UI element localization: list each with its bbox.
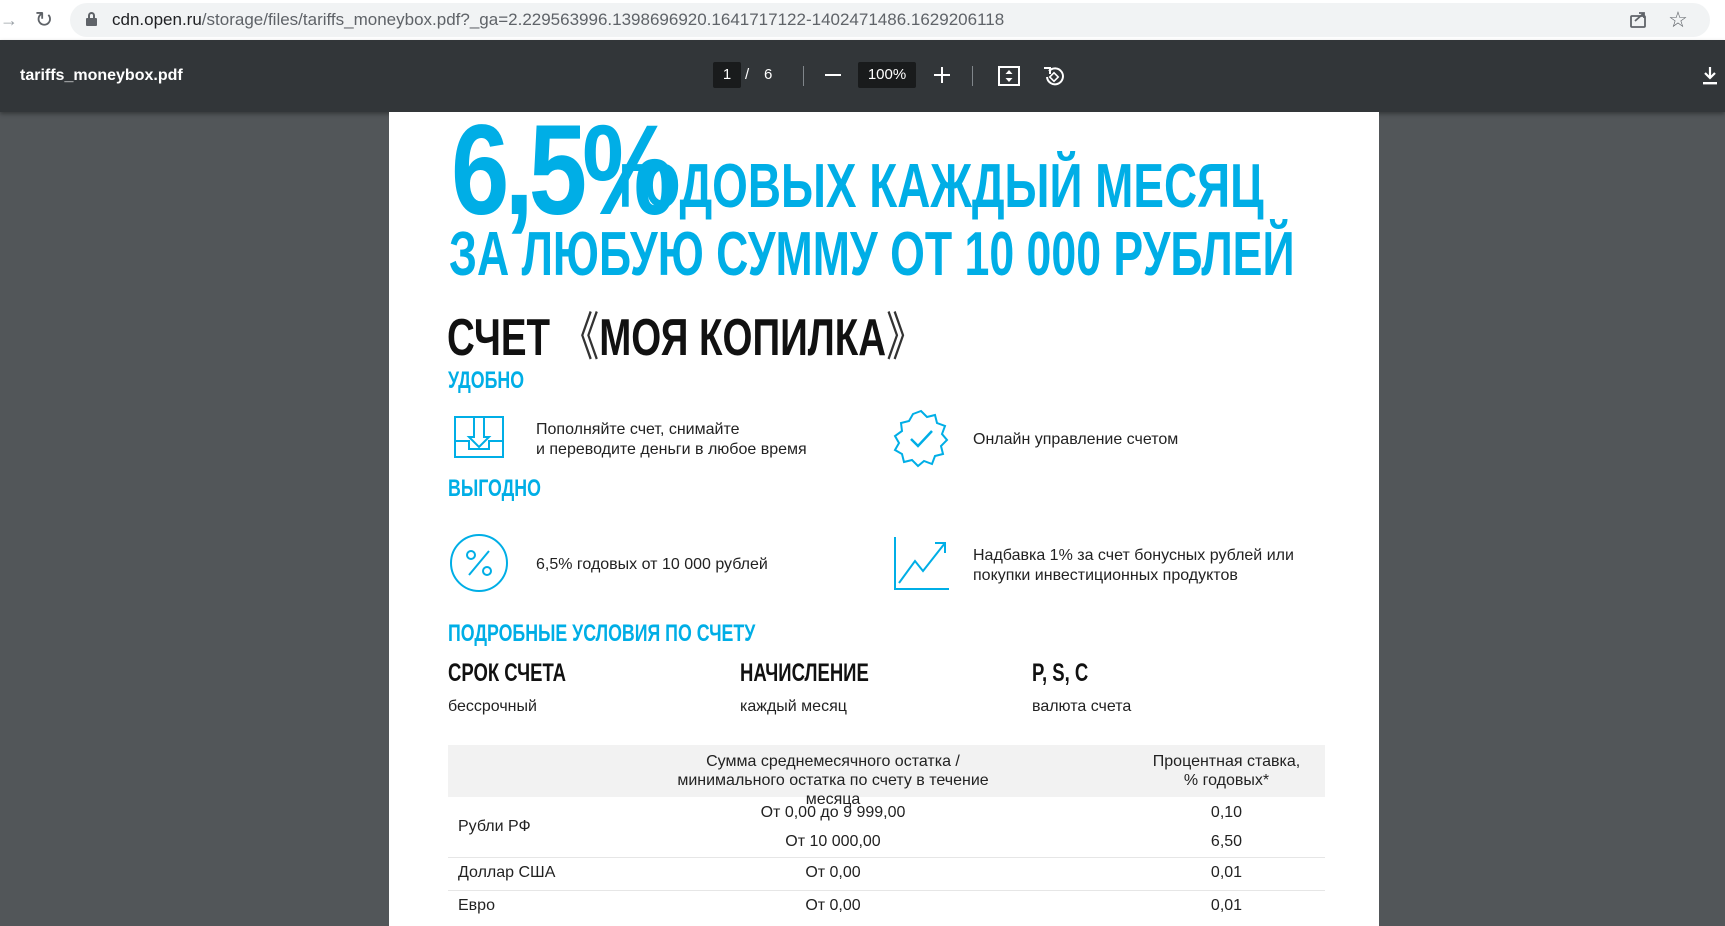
amount-cell: От 0,00 [805,897,861,914]
account-quote-close: 》 [886,309,925,367]
header-rate-line2: % годовых* [1183,772,1270,789]
section-details: ПОДРОБНЫЕ УСЛОВИЯ ПО СЧЕТУ [448,620,756,647]
url-host: cdn.open.ru [112,10,202,29]
feature-bonus: Надбавка 1% за счет бонусных рублей или … [973,546,1294,586]
term-title: P, S, C [1032,659,1089,687]
table-row: Доллар США От 0,00 0,01 [448,858,1325,891]
currency-cell: Рубли РФ [458,818,531,835]
amount-cell: От 0,00 до 9 999,00 [760,804,906,821]
browser-address-bar: → ↻ cdn.open.ru/storage/files/tariffs_mo… [0,0,1725,40]
header-rate: Процентная ставка, % годовых* [1128,752,1325,790]
page-total: 6 [764,66,773,83]
term-value: валюта счета [1032,698,1132,715]
url-path: /storage/files/tariffs_moneybox.pdf?_ga=… [201,10,1005,29]
star-icon[interactable]: ☆ [1664,6,1692,34]
pdf-filename: tariffs_moneybox.pdf [20,67,183,84]
reload-icon[interactable]: ↻ [30,6,58,34]
growth-chart-icon [889,531,953,595]
currency-cell: Доллар США [458,864,556,881]
url-text[interactable]: cdn.open.ru/storage/files/tariffs_moneyb… [112,3,1004,37]
term-value: каждый месяц [740,698,847,715]
download-icon[interactable] [1696,62,1724,90]
table-row: Рубли РФ От 0,00 до 9 999,00 0,10 От 10 … [448,797,1325,858]
zoom-in-button[interactable] [929,61,955,89]
rate-cell: 6,50 [1210,833,1243,850]
url-bar[interactable]: cdn.open.ru/storage/files/tariffs_moneyb… [70,3,1710,37]
account-title: СЧЕТ 《МОЯ КОПИЛКА》 [447,308,925,368]
header-amount-line1: Сумма среднемесячного остатка / [706,753,960,770]
page-separator: / [745,66,750,83]
header-rate-line1: Процентная ставка, [1152,753,1301,770]
rates-table: Сумма среднемесячного остатка / минималь… [448,745,1325,923]
pdf-toolbar: tariffs_moneybox.pdf 1 / 6 100% [0,40,1725,112]
share-icon[interactable] [1624,6,1652,34]
zoom-out-button[interactable] [820,61,846,89]
feature-bonus-line1: Надбавка 1% за счет бонусных рублей или [973,547,1294,564]
deposit-tray-icon [447,407,511,471]
account-quote-open: 《 [560,309,600,367]
toolbar-divider [803,66,804,86]
rotate-icon[interactable] [1040,62,1068,90]
section-profitable: ВЫГОДНО [448,475,541,502]
fit-to-page-icon[interactable] [995,62,1023,90]
zoom-level-input[interactable]: 100% [858,62,916,88]
feature-bonus-line2: покупки инвестиционных продуктов [973,567,1238,584]
account-name: МОЯ КОПИЛКА [599,309,887,367]
rate-cell: 0,01 [1210,897,1243,914]
headline-line1: ГОДОВЫХ КАЖДЫЙ МЕСЯЦ [619,152,1264,221]
feature-topup-line2: и переводите деньги в любое время [536,441,807,458]
percent-icon [447,531,511,595]
feature-topup-line1: Пополняйте счет, снимайте [536,421,740,438]
section-convenient: УДОБНО [448,367,525,394]
headline-line2: ЗА ЛЮБУЮ СУММУ ОТ 10 000 РУБЛЕЙ [449,220,1295,289]
amount-cell: От 0,00 [805,864,861,881]
feature-topup: Пополняйте счет, снимайте и переводите д… [536,420,807,460]
feature-rate: 6,5% годовых от 10 000 рублей [536,556,768,573]
verified-badge-icon [889,407,953,471]
table-row: Евро От 0,00 0,01 [448,891,1325,923]
rate-cell: 0,01 [1210,864,1243,881]
feature-online: Онлайн управление счетом [973,431,1179,448]
term-title: СРОК СЧЕТА [448,659,567,687]
rate-cell: 0,10 [1210,804,1243,821]
pdf-page: 6,5% ГОДОВЫХ КАЖДЫЙ МЕСЯЦ ЗА ЛЮБУЮ СУММУ… [389,112,1379,926]
rates-table-header: Сумма среднемесячного остатка / минималь… [448,745,1325,808]
toolbar-divider [972,66,973,86]
currency-cell: Евро [458,897,495,914]
forward-arrow-icon[interactable]: → [0,6,18,34]
amount-cell: От 10 000,00 [785,833,881,850]
lock-icon[interactable] [86,12,97,26]
account-prefix: СЧЕТ [447,309,551,367]
page-number-input[interactable]: 1 [713,62,741,88]
term-title: НАЧИСЛЕНИЕ [740,659,869,687]
term-value: бессрочный [448,698,537,715]
